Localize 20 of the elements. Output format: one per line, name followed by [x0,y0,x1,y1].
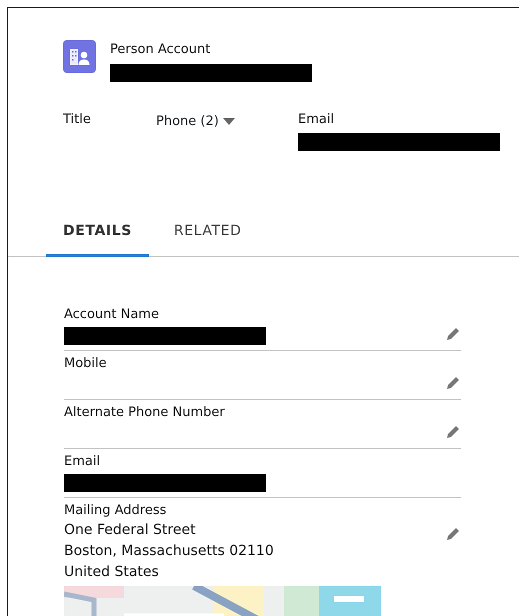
edit-icon[interactable] [445,424,461,440]
account-icon [63,40,96,73]
edit-icon[interactable] [445,375,461,391]
field-label: Title [63,110,92,128]
tab[interactable]: DETAILS [46,211,149,257]
field-label: Email [298,110,336,128]
address-line: One Federal Street [64,521,197,540]
caret-icon [222,117,235,126]
field-label: Account Name [64,306,160,324]
address-line: Boston, Massachusetts 02110 [64,542,275,561]
object-type-label: Person Account [110,41,212,59]
field-label: Mobile [64,355,108,373]
field-label: Alternate Phone Number [64,404,226,422]
edit-icon[interactable] [445,326,461,342]
tab[interactable]: RELATED [148,211,258,257]
address-line: United States [64,563,160,582]
phone-dropdown[interactable]: Phone (2) [156,112,235,131]
field-label: Email [64,453,102,471]
edit-icon[interactable] [445,526,461,542]
field-label: Mailing Address [64,502,168,520]
